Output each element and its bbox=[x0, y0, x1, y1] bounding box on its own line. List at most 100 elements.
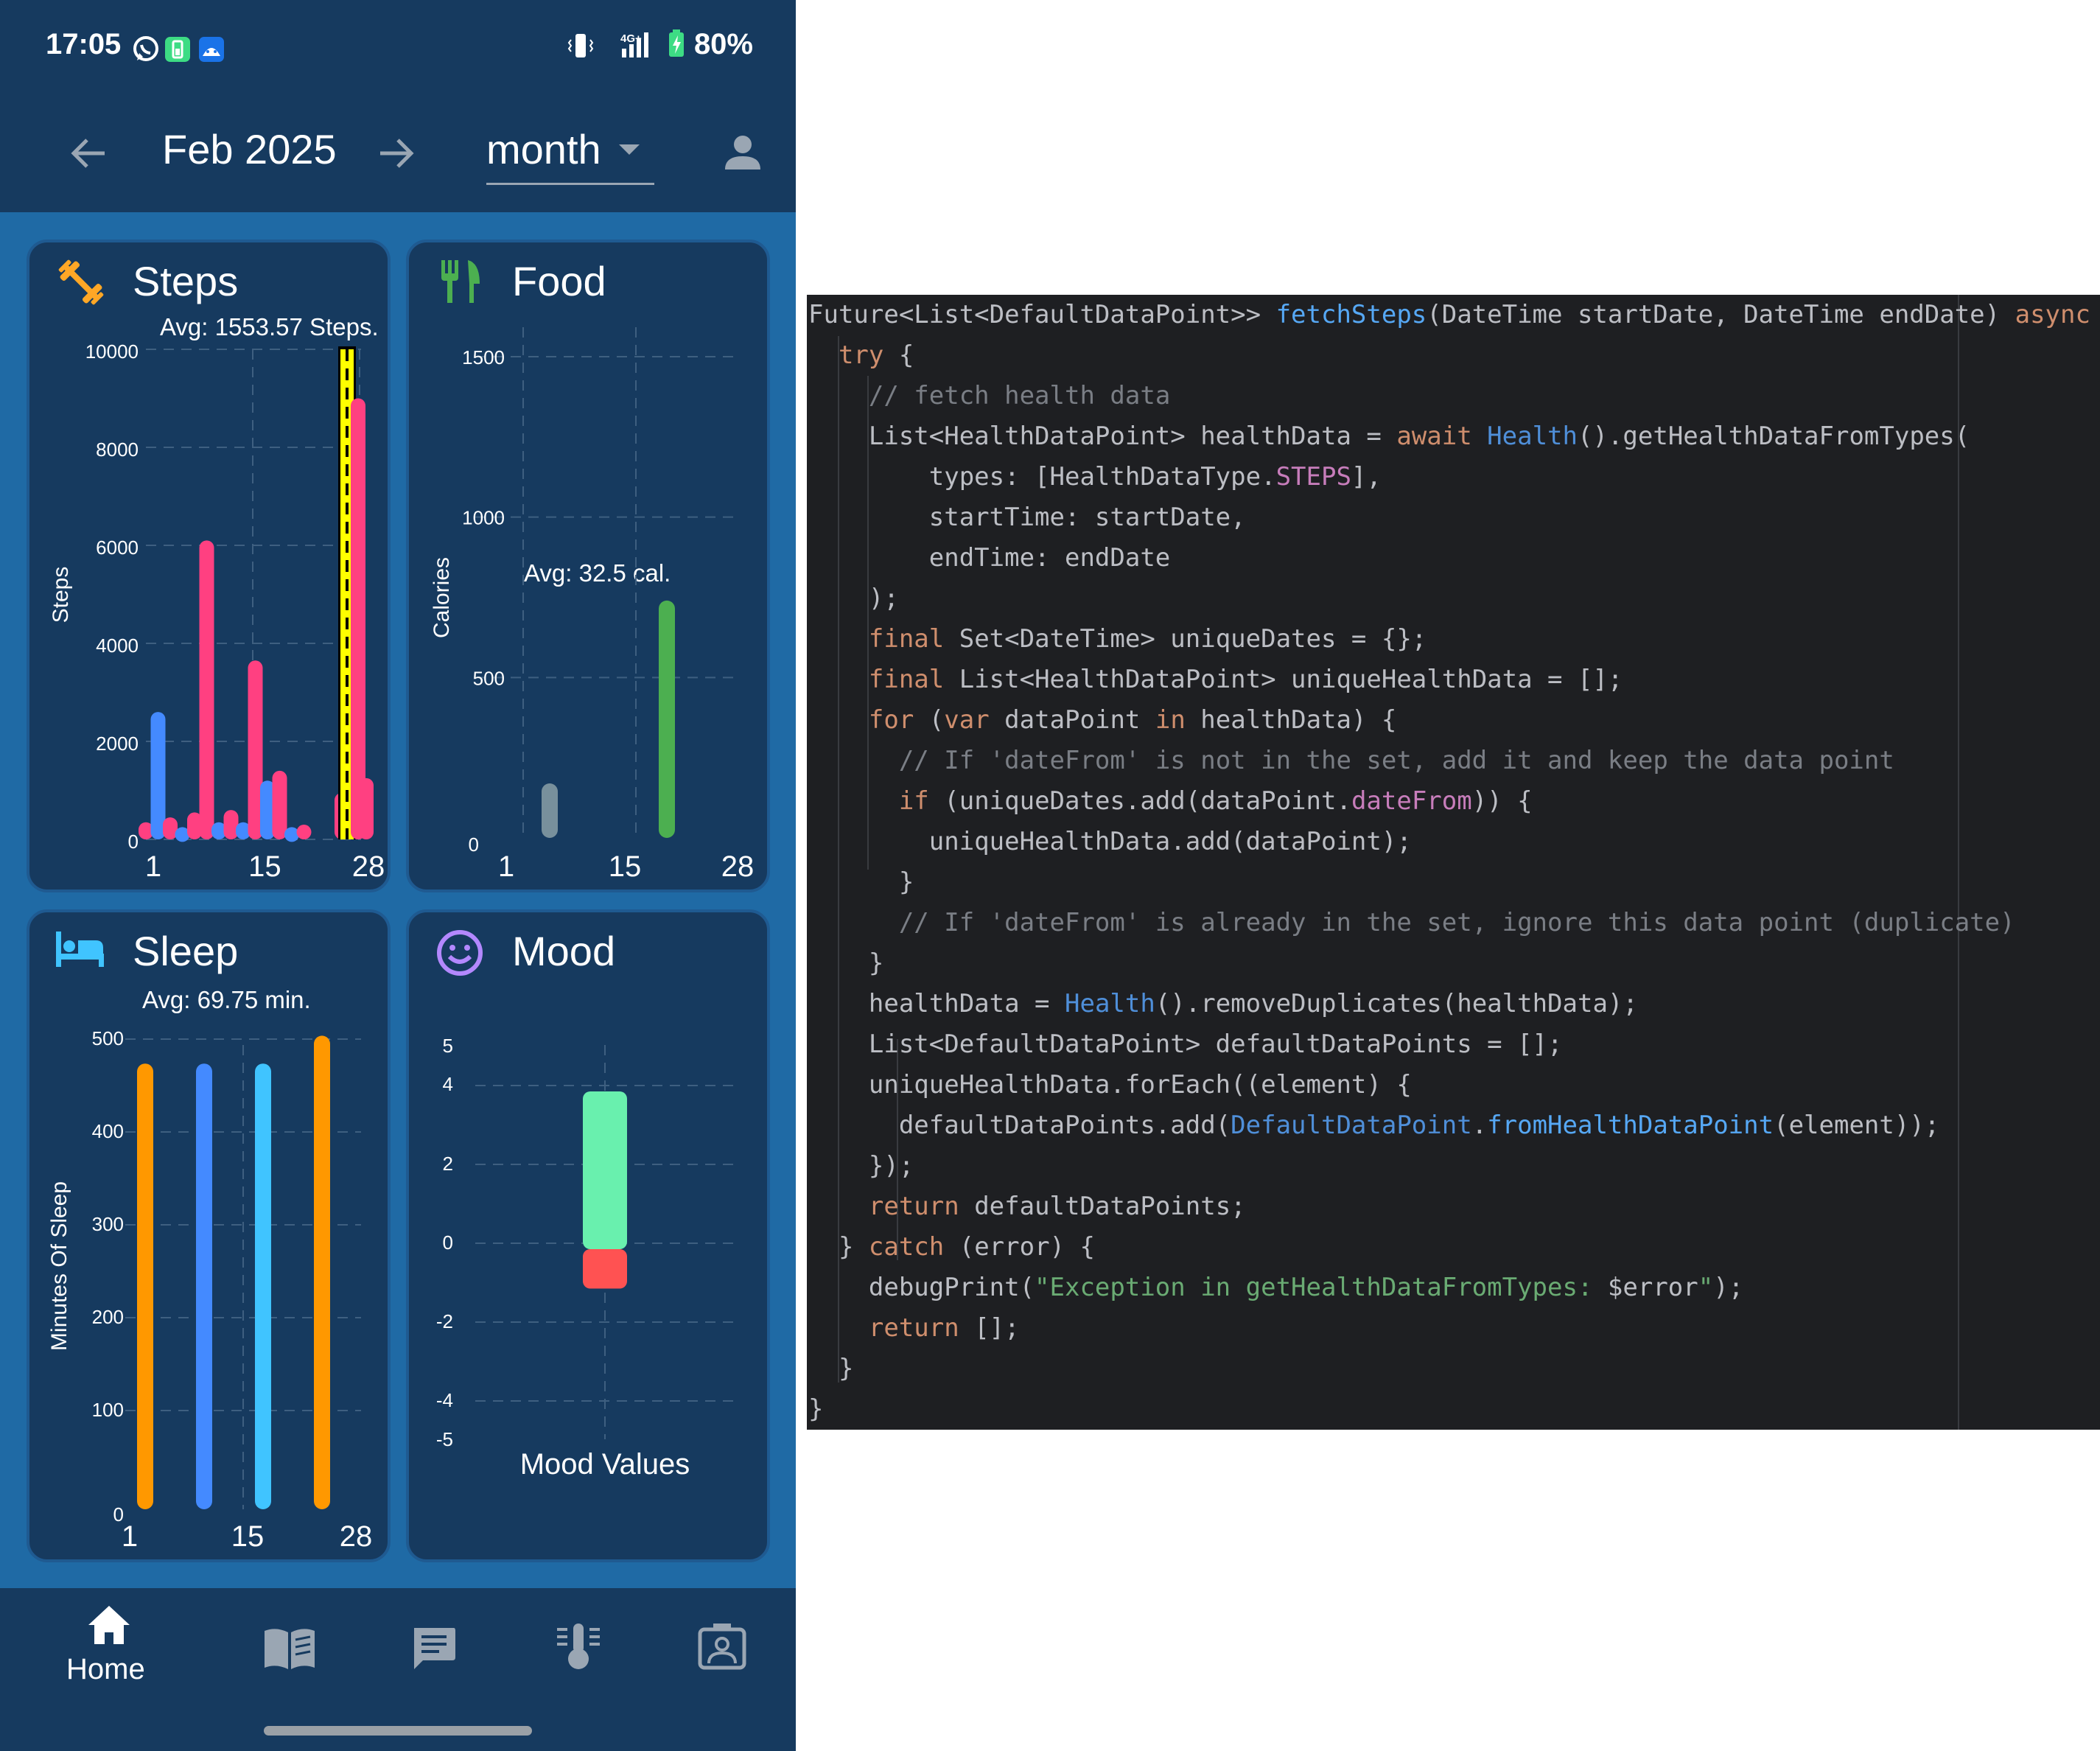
chevron-down-icon[interactable] bbox=[619, 144, 640, 155]
code-token: } bbox=[808, 948, 884, 978]
code-line: ); bbox=[808, 579, 899, 619]
code-token: // If 'dateFrom' is already in the set, … bbox=[898, 908, 2015, 937]
chat-icon[interactable] bbox=[410, 1624, 458, 1672]
code-line: debugPrint("Exception in getHealthDataFr… bbox=[808, 1268, 1743, 1308]
code-token: } bbox=[808, 1394, 824, 1424]
data-bar bbox=[196, 1063, 212, 1509]
code-line: Future<List<DefaultDataPoint>> fetchStep… bbox=[808, 295, 2100, 335]
data-bar bbox=[583, 1249, 627, 1289]
y-tick-label: 400 bbox=[92, 1120, 124, 1142]
bottom-navigation: Home bbox=[0, 1588, 796, 1717]
food-card[interactable]: Food Avg: 32.5 cal. 1500 1000 500 0 Calories… bbox=[406, 240, 770, 892]
code-token: } bbox=[808, 1232, 869, 1262]
code-token: in bbox=[1155, 705, 1186, 735]
code-line: List<DefaultDataPoint> defaultDataPoints… bbox=[808, 1024, 1563, 1065]
code-token: (uniqueDates.add(dataPoint. bbox=[928, 786, 1351, 816]
data-bar bbox=[659, 600, 675, 838]
code-token: defaultDataPoints.add( bbox=[808, 1111, 1231, 1140]
data-bar bbox=[223, 810, 239, 839]
y-tick-label: 1500 bbox=[462, 346, 505, 368]
battery-charging-icon bbox=[668, 29, 684, 57]
thermometer-icon[interactable] bbox=[554, 1621, 603, 1672]
home-gesture-bar[interactable] bbox=[264, 1726, 532, 1736]
y-axis-label: Steps bbox=[49, 567, 73, 623]
code-token: List<HealthDataPoint> healthData = bbox=[808, 422, 1397, 451]
food-chart: 1500 1000 500 0 Calories 1 15 28 bbox=[430, 327, 754, 883]
android-icon bbox=[199, 37, 224, 62]
profile-card-icon[interactable] bbox=[696, 1622, 749, 1672]
steps-chart: 10000 8000 6000 4000 2000 0 Steps 1 15 28 bbox=[49, 340, 385, 883]
code-token: ); bbox=[808, 584, 899, 613]
status-bar: 17:05 4G+ 80% bbox=[0, 0, 796, 96]
code-token: return bbox=[868, 1192, 959, 1221]
y-tick-label: 8000 bbox=[96, 438, 139, 461]
journal-icon[interactable] bbox=[262, 1625, 318, 1674]
home-icon bbox=[88, 1606, 130, 1644]
code-token: async bbox=[2015, 300, 2090, 329]
code-token: if bbox=[898, 786, 929, 816]
y-tick-label: 100 bbox=[92, 1399, 124, 1421]
code-token: uniqueHealthData.forEach((element) { bbox=[808, 1070, 1412, 1100]
code-line: }); bbox=[808, 1146, 914, 1186]
code-line: return []; bbox=[808, 1308, 1020, 1349]
code-token: types: [HealthDataType. bbox=[808, 462, 1276, 492]
code-line: } bbox=[808, 862, 914, 903]
code-token: catch bbox=[868, 1232, 945, 1262]
code-line: // fetch health data bbox=[808, 376, 1170, 416]
code-line: // If 'dateFrom' is not in the set, add … bbox=[808, 741, 1894, 781]
mood-chart: 5 4 2 0 -2 -4 -5 Mood Values bbox=[436, 1035, 741, 1481]
current-period-title: Feb 2025 bbox=[162, 126, 337, 172]
period-dropdown[interactable]: month bbox=[486, 125, 654, 185]
y-tick-label: -5 bbox=[436, 1428, 453, 1450]
code-token: debugPrint( bbox=[808, 1273, 1035, 1302]
arrow-left-icon[interactable] bbox=[68, 133, 109, 174]
code-line: uniqueHealthData.forEach((element) { bbox=[808, 1065, 1412, 1105]
y-tick-label: 500 bbox=[92, 1027, 124, 1049]
y-axis-label: Minutes Of Sleep bbox=[47, 1181, 71, 1351]
code-editor: Future<List<DefaultDataPoint>> fetchStep… bbox=[807, 295, 2100, 1430]
sleep-card[interactable]: Sleep Avg: 69.75 min. 500 400 300 200 100 0 Mi… bbox=[27, 909, 391, 1562]
arrow-right-icon[interactable] bbox=[376, 133, 417, 174]
code-token: $error bbox=[1607, 1273, 1698, 1302]
x-tick-label: 28 bbox=[352, 850, 385, 883]
code-token: Health bbox=[1065, 989, 1155, 1018]
code-token: )) { bbox=[1471, 786, 1533, 816]
mood-card[interactable]: Mood 5 4 2 0 -2 -4 -5 Mood Values bbox=[406, 909, 770, 1562]
data-bar bbox=[542, 783, 558, 838]
code-token: endTime: endDate bbox=[808, 543, 1171, 573]
y-tick-label: -4 bbox=[436, 1389, 453, 1411]
code-token: final bbox=[868, 665, 945, 694]
vibrate-icon bbox=[567, 34, 594, 57]
y-tick-label: 2000 bbox=[96, 733, 139, 755]
code-token: DefaultDataPoint bbox=[1231, 1111, 1472, 1140]
code-token: startTime: startDate, bbox=[808, 503, 1246, 532]
code-token: ( bbox=[914, 705, 945, 735]
x-tick-label: 28 bbox=[340, 1520, 373, 1553]
x-tick-label: 1 bbox=[122, 1520, 138, 1553]
code-token: }); bbox=[808, 1151, 914, 1181]
code-token: await bbox=[1396, 422, 1472, 451]
code-token: } bbox=[808, 1354, 854, 1383]
period-value: month bbox=[486, 126, 601, 172]
nav-home[interactable]: Home bbox=[59, 1603, 159, 1706]
x-tick-label: 1 bbox=[498, 850, 514, 883]
code-token: []; bbox=[959, 1313, 1020, 1343]
person-icon[interactable] bbox=[722, 131, 763, 172]
y-tick-label: 0 bbox=[443, 1231, 453, 1254]
data-bar bbox=[272, 770, 287, 839]
code-line: endTime: endDate bbox=[808, 538, 1171, 579]
y-tick-label: 5 bbox=[443, 1035, 453, 1057]
code-token: { bbox=[2090, 300, 2100, 329]
battery-status: 80% bbox=[667, 28, 753, 61]
code-token: try bbox=[838, 340, 884, 370]
steps-card[interactable]: Steps Avg: 1553.57 Steps. 10000 8000 6000 4… bbox=[27, 240, 391, 892]
code-line: try { bbox=[808, 335, 914, 376]
code-token: "Exception in getHealthDataFromTypes: bbox=[1035, 1273, 1608, 1302]
